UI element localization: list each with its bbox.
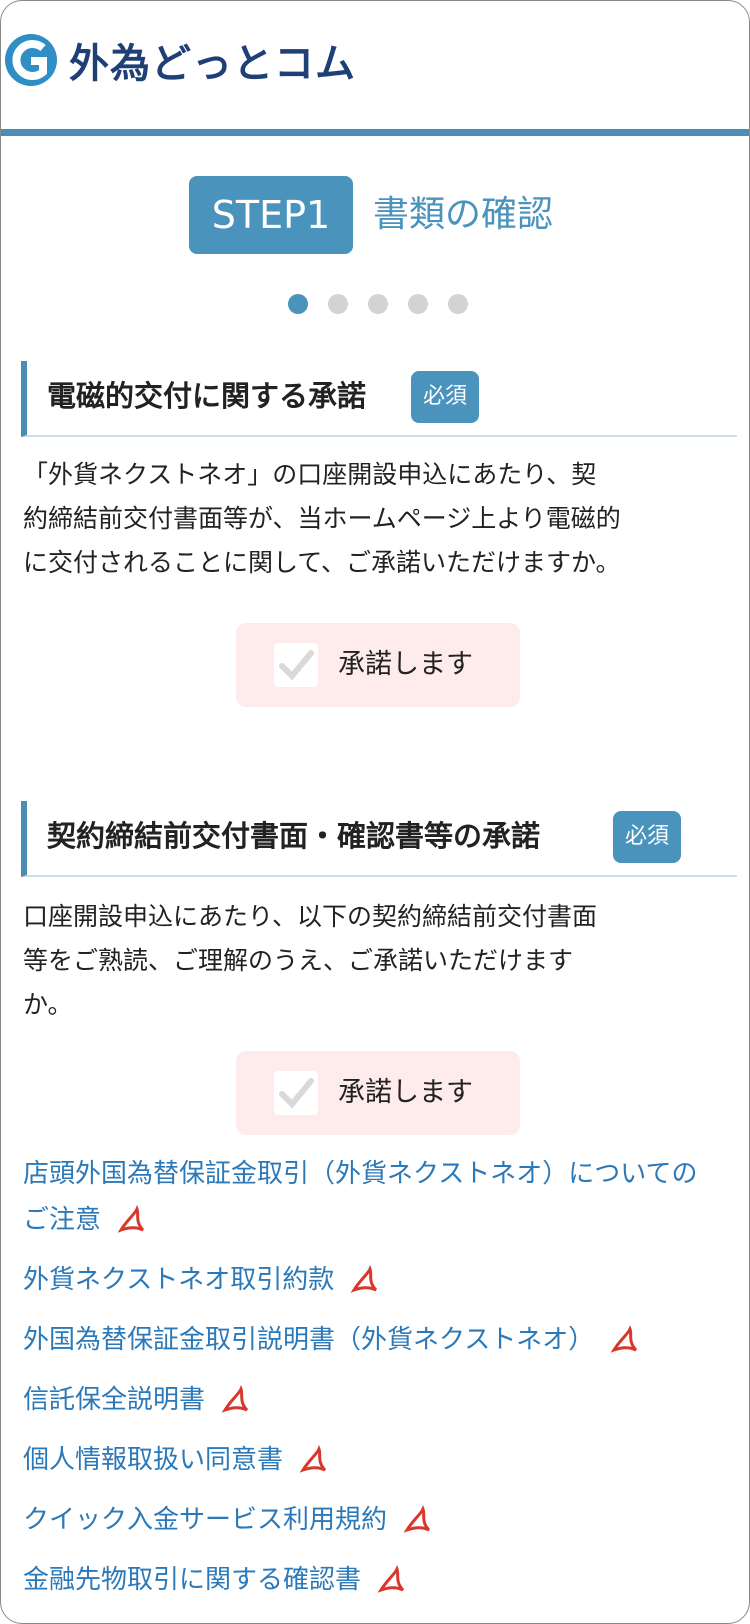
section-title: 契約締結前交付書面・確認書等の承諾 [47, 819, 541, 853]
step-header: STEP1 書類の確認 [1, 176, 749, 256]
section-heading-pre-contract-documents: 契約締結前交付書面・確認書等の承諾 必須 [21, 801, 737, 877]
step-progress-dots [288, 294, 468, 314]
header: 外為どっとコム [1, 1, 749, 129]
document-link-text: 外国為替保証金取引説明書（外貨ネクストネオ） [23, 1325, 595, 1355]
pdf-icon [376, 1564, 409, 1597]
pdf-icon [220, 1384, 253, 1417]
step-dot-5 [448, 294, 468, 314]
document-link-list: 店頭外国為替保証金取引（外貨ネクストネオ）についての ご注意 外貨ネクストネオ取… [23, 1151, 723, 1617]
description-line: 「外貨ネクストネオ」の口座開設申込にあたり、契 [23, 460, 597, 489]
brand-logo-icon [5, 34, 57, 86]
document-link-fx-cautions[interactable]: 店頭外国為替保証金取引（外貨ネクストネオ）についての ご注意 [23, 1151, 723, 1243]
section-title: 電磁的交付に関する承諾 [47, 379, 367, 413]
document-link-text: クイック入金サービス利用規約 [23, 1505, 388, 1535]
description-line: か。 [23, 990, 73, 1019]
pdf-icon [609, 1324, 642, 1357]
agree-checkbox-pre-contract-documents[interactable]: 承諾します [236, 1051, 520, 1135]
agree-label: 承諾します [338, 649, 473, 680]
document-link-text: 信託保全説明書 [23, 1385, 206, 1415]
header-divider [1, 129, 749, 136]
section-description: 「外貨ネクストネオ」の口座開設申込にあたり、契 約締結前交付書面等が、当ホームペ… [23, 453, 713, 585]
document-link-text: 外貨ネクストネオ取引約款 [23, 1265, 335, 1295]
required-badge: 必須 [411, 371, 479, 423]
description-line: 約締結前交付書面等が、当ホームページ上より電磁的 [23, 504, 621, 533]
checkbox[interactable] [274, 643, 318, 687]
required-badge: 必須 [613, 811, 681, 863]
document-link-quick-deposit-terms[interactable]: クイック入金サービス利用規約 [23, 1497, 723, 1543]
check-icon [279, 650, 314, 681]
pdf-icon [116, 1204, 149, 1237]
step-dot-3 [368, 294, 388, 314]
section-description: 口座開設申込にあたり、以下の契約締結前交付書面 等をご熟読、ご理解のうえ、ご承諾… [23, 895, 713, 1027]
description-line: 口座開設申込にあたり、以下の契約締結前交付書面 [23, 902, 598, 931]
pdf-icon [402, 1504, 435, 1537]
document-link-trading-terms[interactable]: 外貨ネクストネオ取引約款 [23, 1257, 723, 1303]
agree-label: 承諾します [338, 1077, 473, 1108]
document-link-text: ご注意 [23, 1205, 102, 1235]
description-line: 等をご熟読、ご理解のうえ、ご承諾いただけます [23, 946, 574, 975]
brand-logo[interactable]: 外為どっとコム [5, 31, 356, 89]
brand-name: 外為どっとコム [69, 41, 356, 87]
description-line: に交付されることに関して、ご承諾いただけますか。 [23, 548, 621, 577]
document-link-trust-protection[interactable]: 信託保全説明書 [23, 1377, 723, 1423]
step-title: 書類の確認 [373, 194, 554, 235]
pdf-icon [349, 1264, 382, 1297]
document-link-privacy-consent[interactable]: 個人情報取扱い同意書 [23, 1437, 723, 1483]
step-badge: STEP1 [189, 176, 353, 254]
document-link-text: 店頭外国為替保証金取引（外貨ネクストネオ）についての [23, 1159, 698, 1189]
checkbox[interactable] [274, 1071, 318, 1115]
document-link-text: 金融先物取引に関する確認書 [23, 1565, 362, 1595]
step-dot-2 [328, 294, 348, 314]
document-link-margin-explanation[interactable]: 外国為替保証金取引説明書（外貨ネクストネオ） [23, 1317, 723, 1363]
document-link-futures-confirmation[interactable]: 金融先物取引に関する確認書 [23, 1557, 723, 1603]
agree-checkbox-electronic-delivery[interactable]: 承諾します [236, 623, 520, 707]
section-heading-electronic-delivery: 電磁的交付に関する承諾 必須 [21, 361, 737, 437]
check-icon [279, 1078, 314, 1109]
step-dot-1 [288, 294, 308, 314]
pdf-icon [298, 1444, 331, 1477]
step-dot-4 [408, 294, 428, 314]
phone-frame: 外為どっとコム STEP1 書類の確認 電磁的交付に関する承諾 必須 「外貨ネク… [0, 0, 750, 1624]
document-link-text: 個人情報取扱い同意書 [23, 1445, 284, 1475]
